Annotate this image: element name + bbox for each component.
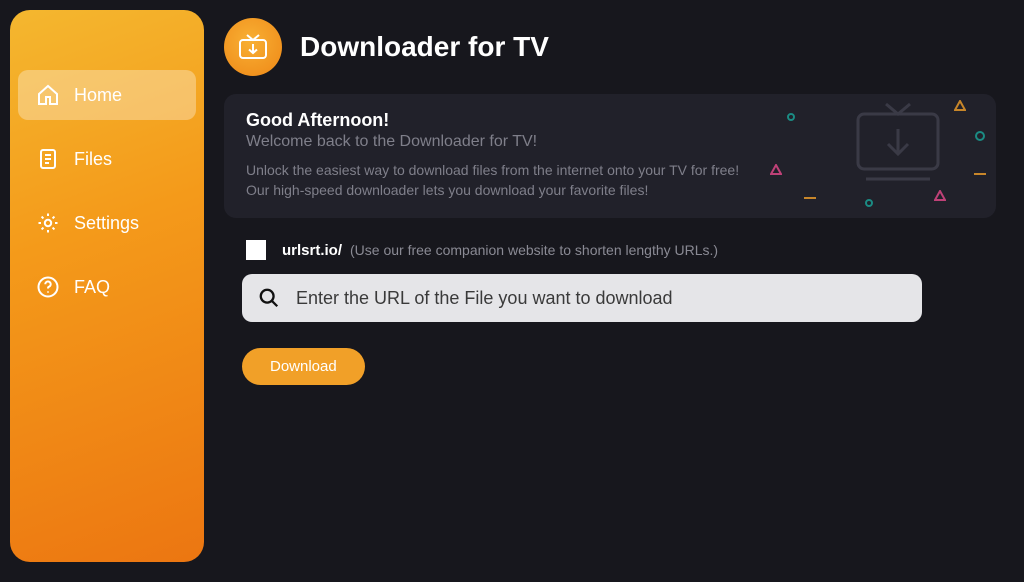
sidebar-item-files[interactable]: Files xyxy=(18,134,196,184)
settings-icon xyxy=(36,211,60,235)
url-shortener-label: urlsrt.io/ xyxy=(282,242,342,259)
deco-dash-1 xyxy=(974,172,986,176)
sidebar-item-home[interactable]: Home xyxy=(18,70,196,120)
tv-download-icon xyxy=(235,29,271,65)
sidebar-item-settings[interactable]: Settings xyxy=(18,198,196,248)
home-icon xyxy=(36,83,60,107)
greeting-text: Good Afternoon! xyxy=(246,110,746,131)
url-shortener-row: urlsrt.io/ (Use our free companion websi… xyxy=(224,240,996,260)
sidebar: Home Files Settings FAQ xyxy=(10,10,204,562)
sidebar-item-label: FAQ xyxy=(74,277,110,298)
deco-circle-3 xyxy=(864,198,874,208)
app-title: Downloader for TV xyxy=(300,31,549,63)
url-shortener-checkbox[interactable] xyxy=(246,240,266,260)
sidebar-item-label: Settings xyxy=(74,213,139,234)
deco-triangle-3 xyxy=(770,164,782,176)
monitor-download-icon xyxy=(808,94,988,214)
deco-triangle-2 xyxy=(934,190,946,202)
decorative-graphic xyxy=(736,94,996,218)
faq-icon xyxy=(36,275,60,299)
app-logo xyxy=(224,18,282,76)
search-icon xyxy=(258,287,280,309)
main-content: Downloader for TV Good Afternoon! Welcom… xyxy=(204,0,1024,582)
sidebar-item-label: Files xyxy=(74,149,112,170)
url-input-container[interactable] xyxy=(242,274,922,322)
url-shortener-hint: (Use our free companion website to short… xyxy=(350,242,718,258)
welcome-card: Good Afternoon! Welcome back to the Down… xyxy=(224,94,996,218)
download-button[interactable]: Download xyxy=(242,348,365,385)
deco-circle-1 xyxy=(974,130,986,142)
deco-circle-2 xyxy=(786,112,796,122)
url-input[interactable] xyxy=(296,288,906,309)
header: Downloader for TV xyxy=(224,18,996,76)
files-icon xyxy=(36,147,60,171)
welcome-subheading: Welcome back to the Downloader for TV! xyxy=(246,133,746,151)
welcome-description: Unlock the easiest way to download files… xyxy=(246,161,746,200)
sidebar-item-faq[interactable]: FAQ xyxy=(18,262,196,312)
deco-dash-2 xyxy=(804,196,816,200)
deco-triangle-1 xyxy=(954,100,966,112)
sidebar-item-label: Home xyxy=(74,85,122,106)
